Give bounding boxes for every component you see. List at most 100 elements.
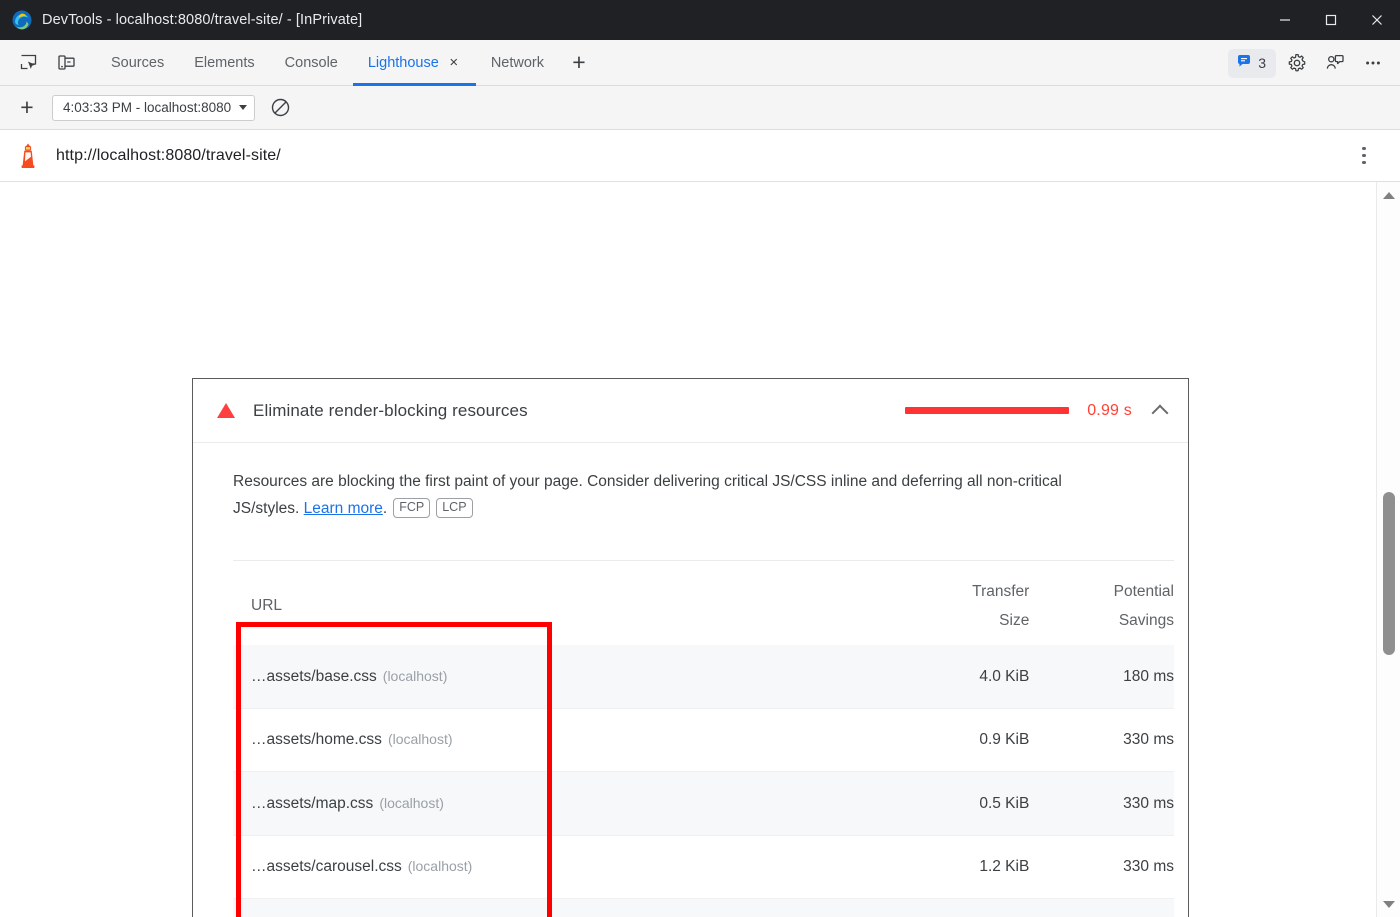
table-row[interactable]: …assets/home.css (localhost) 0.9 KiB 330 … <box>233 709 1174 773</box>
report-scroll-area: Eliminate render-blocking resources 0.99… <box>0 182 1400 917</box>
scrollbar-thumb[interactable] <box>1383 492 1395 655</box>
tab-network[interactable]: Network <box>476 40 559 86</box>
metric-chip-lcp: LCP <box>436 498 472 518</box>
gear-icon[interactable] <box>1280 47 1314 79</box>
chevron-up-icon[interactable] <box>1152 404 1169 421</box>
tab-label: Network <box>491 55 544 71</box>
audit-header[interactable]: Eliminate render-blocking resources 0.99… <box>193 379 1188 443</box>
row-url-text: …assets/base.css <box>251 668 377 685</box>
devtools-window: DevTools - localhost:8080/travel-site/ -… <box>0 0 1400 917</box>
column-header-line2: Savings <box>1029 607 1174 636</box>
tab-close-icon[interactable]: × <box>447 55 461 70</box>
device-toolbar-icon[interactable] <box>50 48 82 78</box>
title-bar-left: DevTools - localhost:8080/travel-site/ -… <box>0 10 362 30</box>
column-header-line2: Size <box>887 607 1030 636</box>
row-url-text: …assets/carousel.css <box>251 858 402 875</box>
tab-label: Sources <box>111 55 164 71</box>
devtools-tab-strip: Sources Elements Console Lighthouse × Ne… <box>0 40 1400 86</box>
tab-lighthouse[interactable]: Lighthouse × <box>353 40 476 86</box>
audit-description-tail: . <box>383 500 387 517</box>
scroll-down-arrow-icon[interactable] <box>1377 893 1400 915</box>
add-panel-button[interactable]: + <box>559 40 599 86</box>
table-row[interactable]: …assets/map.css (localhost) 0.5 KiB 330 m… <box>233 772 1174 836</box>
new-report-button[interactable]: + <box>12 93 42 123</box>
audit-description: Resources are blocking the first paint o… <box>193 443 1153 538</box>
tab-label: Lighthouse <box>368 55 439 71</box>
row-url-text: …assets/home.css <box>251 731 382 748</box>
messages-count: 3 <box>1258 55 1266 71</box>
row-url-host: (localhost) <box>383 668 448 684</box>
scroll-up-arrow-icon[interactable] <box>1377 184 1400 206</box>
table-row[interactable]: …assets/media.css(localhost) 0.8 KiB 330… <box>233 899 1174 917</box>
row-potential-savings: 330 ms <box>1029 731 1174 749</box>
more-options-icon[interactable] <box>1356 47 1390 79</box>
column-header-transfer-size[interactable]: Transfer Size <box>887 561 1030 635</box>
lighthouse-icon <box>16 142 40 170</box>
report-url: http://localhost:8080/travel-site/ <box>56 147 281 165</box>
title-bar: DevTools - localhost:8080/travel-site/ -… <box>0 0 1400 40</box>
row-url-cell: …assets/home.css (localhost) <box>233 731 887 749</box>
column-header-line1: Potential <box>1029 578 1174 607</box>
lighthouse-run-bar: + 4:03:33 PM - localhost:8080 <box>0 86 1400 130</box>
window-controls <box>1262 0 1400 40</box>
report-url-bar: http://localhost:8080/travel-site/ <box>0 130 1400 182</box>
row-url-host: (localhost) <box>408 858 473 874</box>
triangle-down <box>1383 901 1395 908</box>
metric-bar <box>905 407 1069 414</box>
dot <box>1362 154 1366 158</box>
triangle-up <box>1383 192 1395 199</box>
metric-value: 0.99 s <box>1087 402 1132 420</box>
red-warning-triangle-icon <box>217 403 235 418</box>
row-url-host: (localhost) <box>388 731 453 747</box>
audit-table: URL Transfer Size Potential Savings …ass… <box>233 560 1174 917</box>
messages-badge[interactable]: 3 <box>1228 49 1276 78</box>
dot <box>1362 147 1366 151</box>
window-title: DevTools - localhost:8080/travel-site/ -… <box>42 12 362 28</box>
tab-console[interactable]: Console <box>270 40 353 86</box>
metric-chip-fcp: FCP <box>393 498 430 518</box>
row-transfer-size: 4.0 KiB <box>887 668 1030 686</box>
tab-elements[interactable]: Elements <box>179 40 269 86</box>
message-bubble-icon <box>1236 53 1252 74</box>
dot <box>1362 161 1366 165</box>
edge-logo-icon <box>12 10 32 30</box>
row-transfer-size: 1.2 KiB <box>887 858 1030 876</box>
audit-title: Eliminate render-blocking resources <box>253 401 528 421</box>
tab-label: Elements <box>194 55 254 71</box>
audit-metric: 0.99 s <box>905 402 1166 420</box>
feedback-person-icon[interactable] <box>1318 47 1352 79</box>
vertical-scrollbar[interactable] <box>1376 182 1400 917</box>
close-button[interactable] <box>1354 0 1400 40</box>
vertical-dots-icon[interactable] <box>1352 142 1376 170</box>
table-header-row: URL Transfer Size Potential Savings <box>233 561 1174 645</box>
table-row[interactable]: …assets/base.css (localhost) 4.0 KiB 180 … <box>233 645 1174 709</box>
row-url-cell: …assets/base.css (localhost) <box>233 668 887 686</box>
maximize-button[interactable] <box>1308 0 1354 40</box>
row-transfer-size: 0.9 KiB <box>887 731 1030 749</box>
row-transfer-size: 0.5 KiB <box>887 795 1030 813</box>
devtools-tabs: Sources Elements Console Lighthouse × Ne… <box>96 40 599 86</box>
inspect-element-icon[interactable] <box>12 48 44 78</box>
row-potential-savings: 180 ms <box>1029 668 1174 686</box>
row-url-host: (localhost) <box>379 795 444 811</box>
row-potential-savings: 330 ms <box>1029 858 1174 876</box>
chevron-down-icon <box>239 105 247 110</box>
row-url-cell: …assets/carousel.css (localhost) <box>233 858 887 876</box>
row-potential-savings: 330 ms <box>1029 795 1174 813</box>
tab-label: Console <box>285 55 338 71</box>
tab-sources[interactable]: Sources <box>96 40 179 86</box>
report-select[interactable]: 4:03:33 PM - localhost:8080 <box>52 95 255 121</box>
minimize-button[interactable] <box>1262 0 1308 40</box>
devtools-toolbar-icons <box>0 48 82 78</box>
report-select-label: 4:03:33 PM - localhost:8080 <box>63 100 231 115</box>
clear-all-icon[interactable] <box>265 93 295 123</box>
row-url-cell: …assets/map.css (localhost) <box>233 795 887 813</box>
audit-card: Eliminate render-blocking resources 0.99… <box>192 378 1189 917</box>
row-url-text: …assets/map.css <box>251 795 373 812</box>
column-header-potential-savings[interactable]: Potential Savings <box>1029 561 1174 635</box>
learn-more-link[interactable]: Learn more <box>304 500 383 517</box>
column-header-url[interactable]: URL <box>233 561 887 615</box>
column-header-line1: Transfer <box>887 578 1030 607</box>
table-row[interactable]: …assets/carousel.css(localhost) 1.2 KiB … <box>233 836 1174 900</box>
devtools-toolbar-right: 3 <box>1228 40 1390 86</box>
